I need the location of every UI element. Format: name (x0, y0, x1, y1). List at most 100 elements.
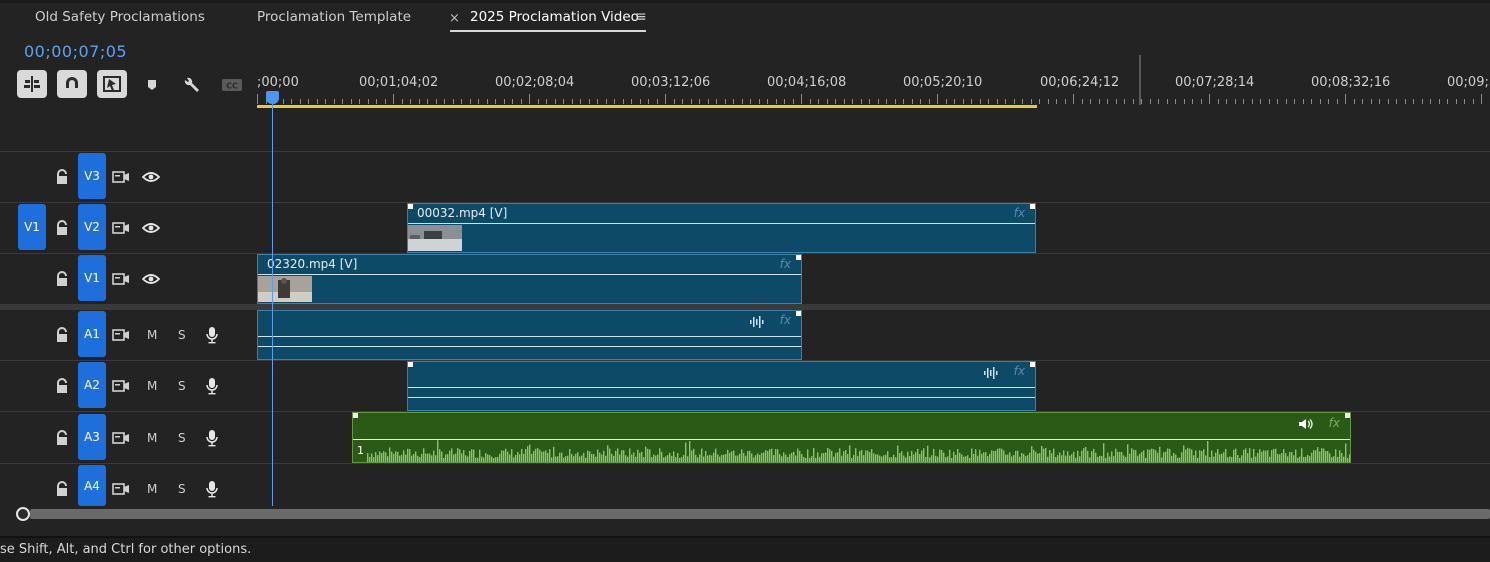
waveform-bar (653, 454, 655, 462)
microphone-icon[interactable] (203, 326, 221, 344)
fx-badge[interactable]: fx (780, 257, 791, 271)
scrollbar-thumb[interactable] (30, 509, 1490, 519)
waveform-bar (435, 455, 437, 462)
ruler-tick (1294, 99, 1295, 104)
eye-icon[interactable] (142, 219, 160, 237)
tab-2025-proclamation-video[interactable]: 2025 Proclamation Video (470, 9, 639, 25)
mute-button-a1[interactable]: M (147, 328, 157, 342)
lock-icon[interactable] (53, 219, 71, 237)
fx-badge[interactable]: fx (1014, 364, 1025, 378)
ruler-tick (682, 99, 683, 104)
fx-badge[interactable]: fx (1014, 206, 1025, 220)
waveform-bar (399, 455, 401, 462)
microphone-icon[interactable] (203, 429, 221, 447)
linked-selection-button[interactable] (97, 70, 127, 98)
waveform-bar (1053, 448, 1055, 462)
waveform-bar (593, 454, 595, 462)
snap-button[interactable] (57, 70, 87, 98)
lock-icon[interactable] (53, 429, 71, 447)
waveform-bar (451, 448, 453, 462)
toggle-sync-icon[interactable] (112, 377, 130, 395)
lock-icon[interactable] (53, 377, 71, 395)
track-target-a4[interactable]: A4 (78, 465, 106, 506)
toggle-sync-icon[interactable] (112, 168, 130, 186)
toggle-sync-icon[interactable] (112, 480, 130, 498)
track-target-a3[interactable]: A3 (78, 414, 106, 460)
lock-icon[interactable] (53, 168, 71, 186)
track-target-v3[interactable]: V3 (78, 153, 106, 199)
toggle-sync-icon[interactable] (112, 219, 130, 237)
waveform-bar (583, 452, 585, 462)
waveform-bar (437, 440, 439, 462)
waveform-bar (557, 456, 559, 462)
zoom-handle[interactable] (16, 507, 30, 521)
tab-old-safety-proclamations[interactable]: Old Safety Proclamations (35, 9, 205, 25)
insert-snap-button[interactable] (17, 70, 47, 98)
tab-menu-icon[interactable]: ≡ (635, 9, 647, 25)
ruler-tick (334, 99, 335, 104)
mute-button-a4[interactable]: M (147, 482, 157, 496)
timeline-settings-button[interactable] (181, 74, 203, 96)
solo-button-a3[interactable]: S (178, 431, 186, 445)
tab-proclamation-template[interactable]: Proclamation Template (257, 9, 411, 25)
clip-thumbnail (258, 276, 312, 302)
waveform-bar (547, 452, 549, 462)
solo-button-a1[interactable]: S (178, 328, 186, 342)
source-patch-v1[interactable]: V1 (18, 204, 46, 250)
track-target-a1[interactable]: A1 (78, 311, 106, 357)
fx-badge[interactable]: fx (780, 313, 791, 327)
ruler-tick (844, 99, 845, 104)
toggle-sync-icon[interactable] (112, 326, 130, 344)
add-marker-button[interactable] (141, 74, 163, 96)
ruler-tick (461, 99, 462, 104)
waveform-bar (427, 453, 429, 462)
audio-waveform (367, 440, 1350, 462)
waveform-bar (465, 455, 467, 462)
track-target-a2[interactable]: A2 (78, 362, 106, 408)
microphone-icon[interactable] (203, 480, 221, 498)
audio-clip-a1[interactable]: fx (257, 310, 802, 360)
ruler-tick (725, 99, 726, 104)
captions-button[interactable]: CC (221, 74, 243, 96)
eye-icon[interactable] (142, 168, 160, 186)
track-target-v1[interactable]: V1 (78, 255, 106, 301)
tab-close-icon[interactable]: × (449, 11, 460, 26)
waveform-bar (753, 457, 755, 462)
track-target-v2[interactable]: V2 (78, 204, 106, 250)
lock-icon[interactable] (53, 326, 71, 344)
clip-name: 00032.mp4 [V] (417, 206, 508, 220)
mute-button-a3[interactable]: M (147, 431, 157, 445)
waveform-bar (783, 452, 785, 462)
ruler-tick (631, 99, 632, 104)
audio-clip-a3[interactable]: fx 1 (352, 412, 1351, 463)
microphone-icon[interactable] (203, 377, 221, 395)
eye-icon[interactable] (142, 270, 160, 288)
waveform-bar (1081, 450, 1083, 462)
waveform-bar (415, 451, 417, 462)
toggle-sync-icon[interactable] (112, 429, 130, 447)
waveform-bar (1311, 452, 1313, 462)
waveform-bar (1191, 449, 1193, 462)
audio-clip-a2[interactable]: fx (407, 361, 1036, 411)
waveform-bar (1049, 450, 1051, 462)
playhead-handle[interactable] (266, 91, 279, 104)
waveform-bar (1267, 450, 1269, 462)
waveform-bar (519, 454, 521, 462)
playhead-timecode[interactable]: 00;00;07;05 (24, 42, 127, 61)
solo-button-a2[interactable]: S (178, 379, 186, 393)
waveform-bar (689, 441, 691, 462)
ruler-tick (793, 99, 794, 104)
ruler-tick (368, 99, 369, 104)
waveform-bar (1155, 450, 1157, 462)
mute-button-a2[interactable]: M (147, 379, 157, 393)
fx-badge[interactable]: fx (1329, 416, 1340, 430)
toggle-sync-icon[interactable] (112, 270, 130, 288)
playhead-line[interactable] (272, 92, 273, 506)
solo-button-a4[interactable]: S (178, 482, 186, 496)
lock-icon[interactable] (53, 270, 71, 288)
lock-icon[interactable] (53, 480, 71, 498)
waveform-bar (909, 456, 911, 462)
work-area-bar[interactable] (257, 105, 1037, 108)
video-clip-v2[interactable]: 00032.mp4 [V] fx (407, 203, 1036, 253)
video-clip-v1[interactable]: 02320.mp4 [V] fx (257, 254, 802, 304)
